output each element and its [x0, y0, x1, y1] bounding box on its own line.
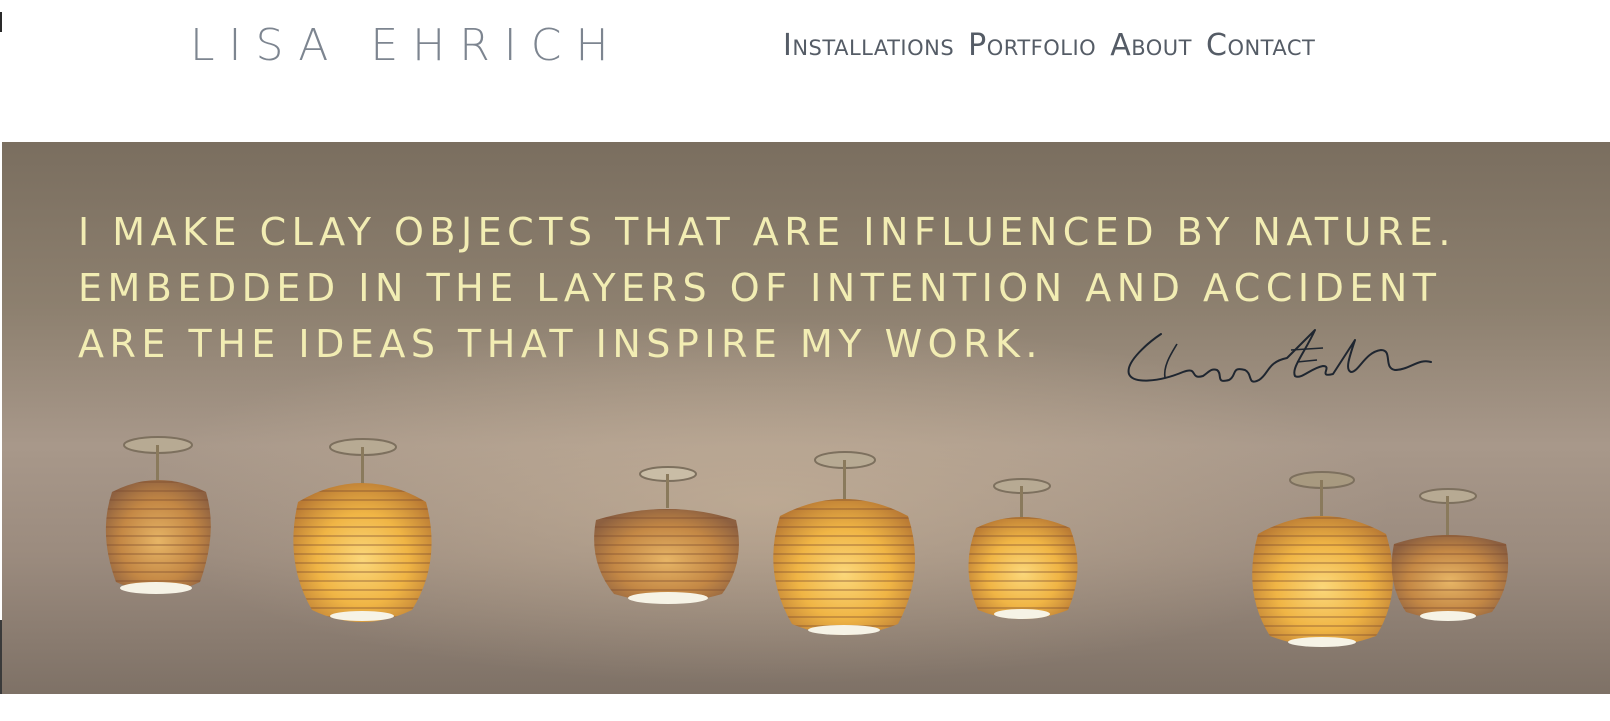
lamp-1	[105, 436, 211, 594]
lamp-7	[1391, 488, 1509, 621]
lamp-3	[594, 466, 739, 604]
quote-line-2: Embedded in the layers of intention and …	[78, 266, 1442, 310]
nav-installations-link[interactable]: Installations	[783, 28, 954, 63]
site-logo-link[interactable]: LISA EHRICH	[190, 20, 623, 71]
lamp-4	[773, 451, 916, 635]
lamp-6	[1252, 471, 1394, 647]
quote-line-1: I make clay objects that are influenced …	[78, 210, 1456, 254]
nav-portfolio-link[interactable]: Portfolio	[968, 28, 1096, 63]
nav-contact-link[interactable]: Contact	[1206, 28, 1315, 63]
signature-image	[1127, 329, 1432, 383]
main-nav: Installations Portfolio About Contact	[783, 28, 1315, 63]
hero-banner: I make clay objects that are influenced …	[2, 142, 1610, 694]
lamp-5	[968, 478, 1078, 619]
nav-about-link[interactable]: About	[1110, 28, 1192, 63]
page-bottom	[0, 694, 1610, 721]
site-header: LISA EHRICH Installations Portfolio Abou…	[0, 0, 1610, 142]
lamp-2	[293, 438, 432, 622]
